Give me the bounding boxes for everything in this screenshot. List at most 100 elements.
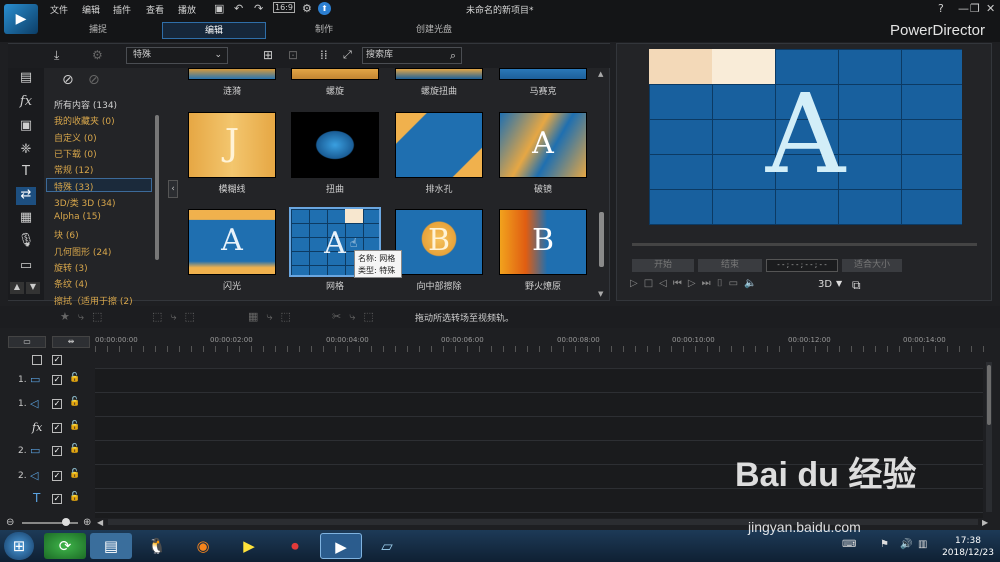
add-to-track-icon[interactable]: ⊞	[263, 48, 273, 62]
zoom-out-icon[interactable]: ⊖	[6, 517, 14, 528]
tab-capture[interactable]: 捕捉	[48, 22, 148, 39]
vertical-scroll-thumb[interactable]	[987, 365, 991, 425]
taskbar-notes-icon[interactable]: ▱	[366, 533, 408, 559]
tray-volume-icon[interactable]: 🔊	[900, 539, 912, 550]
transition-thumb[interactable]: B	[499, 209, 587, 275]
collapse-up-icon[interactable]: ▲	[10, 282, 24, 294]
scroll-up-icon[interactable]: ▲	[598, 70, 603, 78]
voiceover-icon[interactable]: 🎙	[16, 233, 36, 251]
track-enable-checkbox[interactable]: ✓	[52, 399, 62, 409]
redo-icon[interactable]: ↷	[254, 2, 263, 15]
grid-scrollbar[interactable]	[599, 212, 604, 267]
next-frame-icon[interactable]: ▷	[688, 278, 702, 289]
mark-out-button[interactable]: 结束	[698, 259, 762, 272]
transition-thumb[interactable]: J	[188, 112, 276, 178]
tray-network-icon[interactable]: ▥	[918, 539, 927, 550]
transition-thumb[interactable]	[499, 68, 587, 80]
menu-file[interactable]: 文件	[50, 3, 68, 16]
trim-tools-icon[interactable]: ▦⤷⬚	[248, 310, 299, 324]
snapshot-icon[interactable]: ⌷	[717, 278, 729, 289]
scroll-right-icon[interactable]: ▶	[982, 518, 988, 527]
fx-room-icon[interactable]: fx	[16, 94, 36, 112]
menu-view[interactable]: 查看	[146, 3, 164, 16]
transition-thumb[interactable]: A	[188, 209, 276, 275]
audio-mixing-icon[interactable]: ▦	[16, 210, 36, 228]
minimize-button[interactable]: —	[958, 2, 969, 15]
category-item[interactable]: 3D/类 3D (34)	[54, 196, 116, 209]
media-room-icon[interactable]: ▤	[16, 70, 36, 88]
category-item[interactable]: 常规 (12)	[54, 163, 93, 176]
scroll-down-icon[interactable]: ▼	[598, 290, 603, 298]
copy-icon[interactable]: ⊡	[288, 48, 298, 62]
grid-view-icon[interactable]: ⁞⁞	[320, 48, 328, 62]
3d-dropdown-icon[interactable]: ▼	[836, 279, 842, 288]
track-enable-checkbox[interactable]: ✓	[52, 423, 62, 433]
plugin-icon[interactable]: ⚙	[92, 48, 103, 62]
scroll-left-icon[interactable]: ◀	[97, 518, 103, 527]
undock-icon[interactable]: ⧉	[852, 278, 861, 293]
transition-thumb[interactable]	[188, 68, 276, 80]
taskbar-media-icon[interactable]: ▶	[228, 533, 270, 559]
zoom-in-icon[interactable]: ⊕	[83, 517, 91, 528]
tab-edit[interactable]: 编辑	[162, 22, 266, 39]
category-item[interactable]: 块 (6)	[54, 228, 79, 241]
prev-frame-icon[interactable]: ◁	[659, 278, 673, 289]
split-tools-icon[interactable]: ✂⤷⬚	[332, 310, 382, 324]
tray-flag-icon[interactable]: ⚑	[880, 539, 889, 550]
all-tracks-enable-checkbox[interactable]: ✓	[52, 355, 62, 365]
title-room-icon[interactable]: T	[16, 164, 36, 182]
category-item[interactable]: Alpha (15)	[54, 212, 101, 222]
import-icon[interactable]: ⤓	[54, 48, 59, 63]
lock-icon[interactable]: 🔓	[69, 421, 80, 431]
transition-thumb[interactable]	[395, 68, 483, 80]
particle-room-icon[interactable]: ❈	[16, 142, 36, 160]
category-item[interactable]: 条纹 (4)	[54, 277, 88, 290]
category-item[interactable]: 擦拭（适用于擦 (2)	[54, 294, 133, 307]
upgrade-icon[interactable]: ⬆	[318, 2, 331, 15]
zoom-dropdown[interactable]: 适合大小	[842, 259, 902, 272]
taskbar-app-360-icon[interactable]: ⟳	[44, 533, 86, 559]
search-input[interactable]: 搜索库 ⌕	[362, 47, 462, 64]
storyboard-view-button[interactable]: ▭	[8, 336, 46, 348]
track-enable-checkbox[interactable]: ✓	[52, 446, 62, 456]
menu-edit[interactable]: 编辑	[82, 3, 100, 16]
fullscreen-icon[interactable]: ⤢	[343, 48, 352, 62]
lock-icon[interactable]: 🔓	[69, 469, 80, 479]
transition-room-icon[interactable]: ⇄	[16, 187, 36, 205]
lock-icon[interactable]: 🔓	[69, 397, 80, 407]
track-enable-checkbox[interactable]: ✓	[52, 375, 62, 385]
preview-timeline-slider[interactable]	[632, 243, 977, 246]
taskbar-powerdirector-icon[interactable]: ▶	[320, 533, 362, 559]
play-icon[interactable]: ▷	[630, 278, 644, 289]
track-enable-checkbox[interactable]: ✓	[52, 471, 62, 481]
restore-button[interactable]: ❐	[970, 2, 980, 15]
search-icon[interactable]: ⌕	[450, 48, 456, 63]
start-button[interactable]: ⊞	[4, 532, 34, 560]
category-item[interactable]: 已下载 (0)	[54, 147, 97, 160]
previous-icon[interactable]: ⏮	[673, 278, 688, 289]
category-item[interactable]: 自定义 (0)	[54, 131, 97, 144]
collapse-down-icon[interactable]: ▼	[26, 282, 40, 294]
lock-icon[interactable]: 🔓	[69, 444, 80, 454]
lock-icon[interactable]: 🔓	[69, 373, 80, 383]
pip-room-icon[interactable]: ▣	[16, 118, 36, 136]
fit-timeline-button[interactable]: ⇹	[52, 336, 90, 348]
category-dropdown[interactable]: 特殊 ⌄	[126, 47, 228, 64]
category-item[interactable]: 特殊 (33)	[54, 180, 93, 193]
stop-icon[interactable]: □	[644, 278, 659, 289]
fast-forward-icon[interactable]: ⏭	[702, 278, 717, 289]
lock-icon[interactable]: 🔓	[69, 492, 80, 502]
undo-icon[interactable]: ↶	[234, 2, 243, 15]
all-tracks-thumb-checkbox[interactable]	[32, 355, 42, 365]
category-item[interactable]: 我的收藏夹 (0)	[54, 114, 115, 127]
transition-thumb[interactable]	[291, 112, 379, 178]
3d-mode-button[interactable]: 3D	[818, 279, 832, 290]
tray-keyboard-icon[interactable]: ⌨	[842, 539, 856, 550]
taskbar-qq-icon[interactable]: 🐧	[136, 533, 178, 559]
transition-thumb[interactable]	[395, 112, 483, 178]
taskbar-explorer-icon[interactable]: ▤	[90, 533, 132, 559]
save-icon[interactable]: ▣	[214, 2, 224, 15]
track-enable-checkbox[interactable]: ✓	[52, 494, 62, 504]
menu-play[interactable]: 播放	[178, 3, 196, 16]
transition-thumb[interactable]	[291, 68, 379, 80]
